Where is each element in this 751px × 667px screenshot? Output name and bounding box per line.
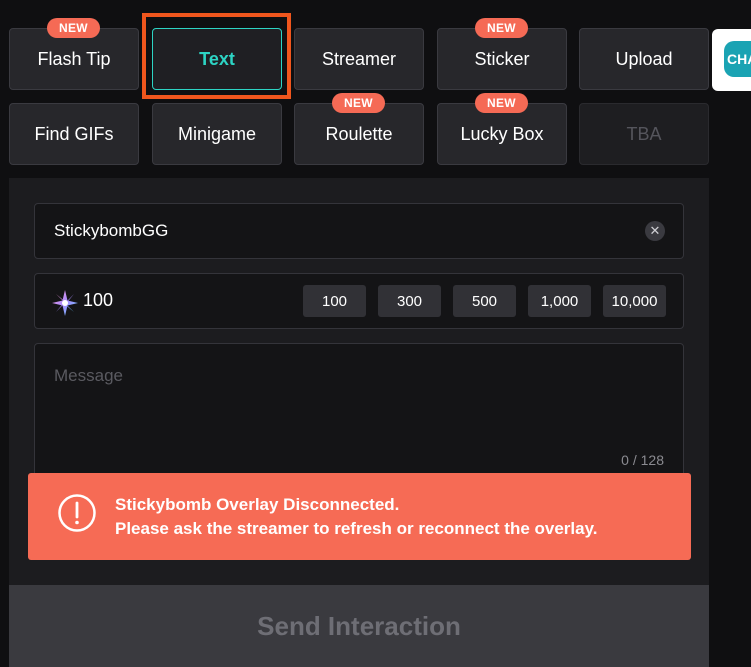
tab-find-gifs[interactable]: Find GIFs bbox=[9, 103, 139, 165]
tab-label: Sticker bbox=[474, 48, 530, 69]
preset-500-button[interactable]: 500 bbox=[453, 285, 516, 317]
chat-logo[interactable]: CHA bbox=[712, 29, 751, 91]
preset-100-button[interactable]: 100 bbox=[303, 285, 366, 317]
alert-message: Please ask the streamer to refresh or re… bbox=[115, 519, 598, 538]
tab-minigame[interactable]: Minigame bbox=[152, 103, 282, 165]
chat-bubble-icon: CHA bbox=[724, 41, 751, 77]
tab-upload[interactable]: Upload bbox=[579, 28, 709, 90]
tab-text[interactable]: Text bbox=[152, 28, 282, 90]
send-interaction-button[interactable]: Send Interaction bbox=[9, 585, 709, 667]
preset-1000-button[interactable]: 1,000 bbox=[528, 285, 591, 317]
alert-title: Stickybomb Overlay Disconnected. bbox=[115, 495, 400, 514]
tab-label: Flash Tip bbox=[37, 48, 111, 69]
tab-label: Find GIFs bbox=[34, 123, 114, 144]
close-icon[interactable]: ✕ bbox=[645, 221, 665, 241]
sparkle-icon bbox=[52, 290, 78, 316]
amount-value[interactable]: 100 bbox=[83, 290, 113, 311]
tab-streamer[interactable]: Streamer bbox=[294, 28, 424, 90]
preset-300-button[interactable]: 300 bbox=[378, 285, 441, 317]
tab-label: Minigame bbox=[177, 123, 257, 144]
name-value[interactable]: StickybombGG bbox=[54, 221, 168, 241]
tab-label: Upload bbox=[615, 48, 673, 69]
amount-field[interactable]: 100 100 300 500 1,000 10,000 bbox=[34, 273, 684, 329]
overlay-disconnected-alert: Stickybomb Overlay Disconnected. Please … bbox=[28, 473, 691, 560]
character-counter: 0 / 128 bbox=[621, 452, 664, 468]
new-badge: NEW bbox=[332, 93, 385, 113]
preset-10000-button[interactable]: 10,000 bbox=[603, 285, 666, 317]
new-badge: NEW bbox=[475, 93, 528, 113]
new-badge: NEW bbox=[47, 18, 100, 38]
tab-label: TBA bbox=[626, 123, 662, 144]
tab-tba: TBA bbox=[579, 103, 709, 165]
send-button-label: Send Interaction bbox=[257, 610, 461, 641]
message-textarea[interactable]: Message 0 / 128 bbox=[34, 343, 684, 488]
tab-label: Text bbox=[199, 48, 235, 69]
message-placeholder: Message bbox=[54, 366, 123, 385]
chat-logo-text: CHA bbox=[727, 51, 751, 67]
new-badge: NEW bbox=[475, 18, 528, 38]
exclamation-circle-icon bbox=[58, 494, 96, 532]
tab-label: Roulette bbox=[325, 123, 393, 144]
tab-label: Lucky Box bbox=[460, 123, 544, 144]
name-field[interactable]: StickybombGG ✕ bbox=[34, 203, 684, 259]
tab-label: Streamer bbox=[321, 48, 397, 69]
